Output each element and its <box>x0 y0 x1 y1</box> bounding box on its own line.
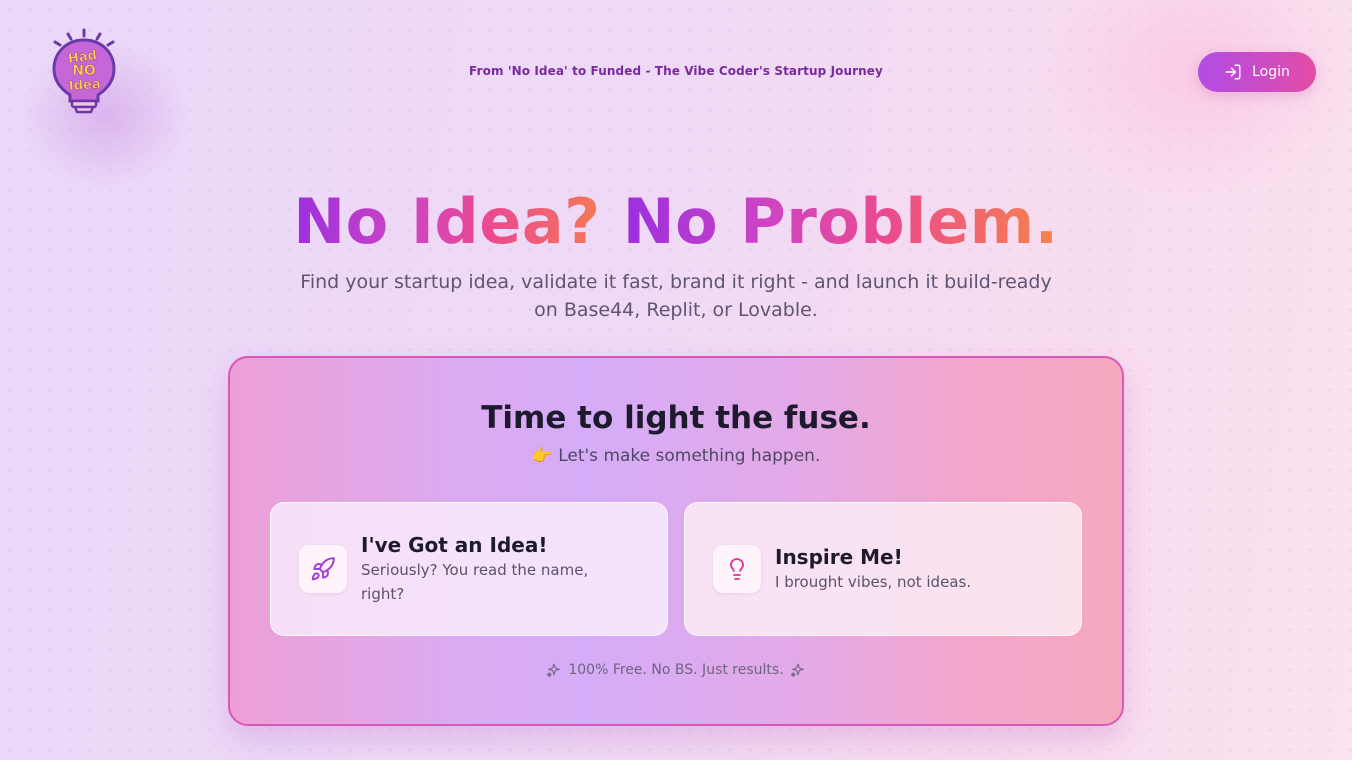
hero-subheadline: Find your startup idea, validate it fast… <box>300 271 1052 321</box>
hero-headline: No Idea? No Problem. <box>0 186 1352 258</box>
start-card: Time to light the fuse. 👉 Let's make som… <box>228 356 1124 726</box>
logo-text-idea: Idea <box>68 77 101 94</box>
sparkle-icon <box>790 662 806 678</box>
card-title: Time to light the fuse. <box>481 400 871 436</box>
lightbulb-icon <box>713 545 761 593</box>
option-title: Inspire Me! <box>775 545 903 569</box>
lightbulb-logo-icon: Had NO Idea <box>52 28 116 114</box>
option-title: I've Got an Idea! <box>361 533 548 557</box>
option-description: Seriously? You read the name, right? <box>361 561 589 603</box>
free-note-text: 100% Free. No BS. Just results. <box>568 662 784 678</box>
sparkle-icon <box>546 662 562 678</box>
login-arrow-icon <box>1224 63 1242 81</box>
logo[interactable]: Had NO Idea <box>46 28 124 118</box>
option-description: I brought vibes, not ideas. <box>775 573 972 591</box>
got-idea-option[interactable]: I've Got an Idea! Seriously? You read th… <box>270 502 668 636</box>
headline-part-1: No Idea? <box>293 185 623 258</box>
login-button[interactable]: Login <box>1198 52 1316 92</box>
inspire-me-option[interactable]: Inspire Me! I brought vibes, not ideas. <box>684 502 1082 636</box>
headline-part-2: No Problem. <box>622 185 1059 258</box>
free-note: 100% Free. No BS. Just results. <box>230 662 1122 678</box>
login-label: Login <box>1252 64 1290 80</box>
rocket-icon <box>299 545 347 593</box>
background-glow-right <box>1040 0 1352 200</box>
card-subtitle: 👉 Let's make something happen. <box>531 446 821 466</box>
tagline: From 'No Idea' to Funded - The Vibe Code… <box>469 64 883 78</box>
